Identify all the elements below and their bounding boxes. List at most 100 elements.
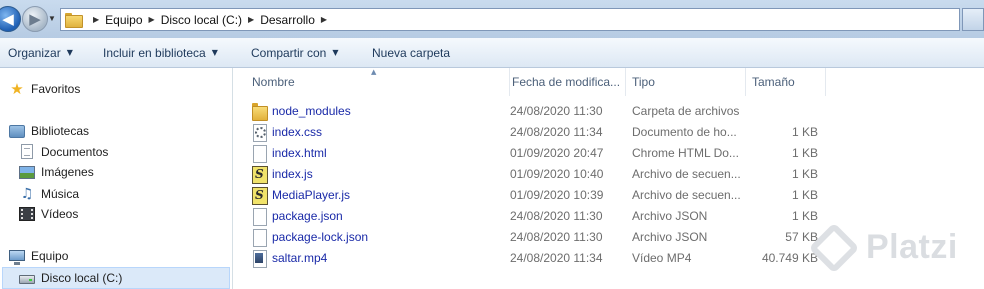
file-type: Vídeo MP4 [632,251,692,265]
back-button[interactable]: ◀ [0,6,21,32]
video-file-icon [251,250,267,268]
nav-videos[interactable]: Vídeos [19,207,78,221]
star-icon: ★ [10,80,24,98]
nav-computer-label: Equipo [31,249,69,263]
file-type: Chrome HTML Do... [632,146,739,160]
breadcrumb-desarrollo[interactable]: Desarrollo [260,13,315,27]
file-name: node_modules [272,104,351,118]
nav-favorites[interactable]: ★ Favoritos [9,81,80,97]
nav-music[interactable]: ♫ Música [19,186,79,202]
css-file-icon [251,124,267,142]
file-size: 1 KB [791,167,818,181]
nav-favorites-label: Favoritos [31,82,81,96]
file-row[interactable]: MediaPlayer.js 01/09/2020 10:39 Archivo … [234,185,984,206]
platzi-watermark: Platzi [808,222,958,273]
file-date: 24/08/2020 11:30 [510,230,603,244]
nav-local-disk[interactable]: Disco local (C:) [2,267,230,289]
forward-arrow-icon: ▶ [29,10,41,28]
chevron-down-icon: ▼ [332,48,339,57]
computer-icon [9,249,25,265]
file-row[interactable]: index.js 01/09/2020 10:40 Archivo de sec… [234,164,984,185]
nav-videos-label: Vídeos [41,207,79,221]
file-size: 40.749 KB [761,251,818,265]
file-size: 1 KB [791,146,818,160]
file-name: index.js [272,167,313,181]
chevron-down-icon: ▼ [66,48,73,57]
file-row[interactable]: node_modules 24/08/2020 11:30 Carpeta de… [234,101,984,122]
file-name: package.json [272,209,343,223]
file-size: 1 KB [791,188,818,202]
column-header-type[interactable]: Tipo [626,68,746,96]
command-bar: Organizar ▼ Incluir en biblioteca ▼ Comp… [0,38,984,68]
nav-libraries[interactable]: Bibliotecas [9,123,89,138]
file-name: saltar.mp4 [272,251,328,265]
file-date: 24/08/2020 11:30 [510,104,603,118]
watermark-text: Platzi [866,228,958,266]
file-name: MediaPlayer.js [272,188,351,202]
file-size: 1 KB [791,125,818,139]
hard-drive-icon [19,275,35,284]
folder-icon [65,13,83,28]
nav-computer[interactable]: Equipo [9,249,69,265]
file-date: 01/09/2020 10:39 [510,188,604,202]
breadcrumb-computer[interactable]: Equipo [105,13,142,27]
file-date: 24/08/2020 11:34 [510,125,603,139]
nav-images-label: Imágenes [41,165,94,179]
music-note-icon: ♫ [20,186,34,202]
chevron-right-icon[interactable]: ▶ [248,15,254,24]
file-size: 1 KB [791,209,818,223]
breadcrumb[interactable]: ▶ Equipo ▶ Disco local (C:) ▶ Desarrollo… [60,8,960,31]
address-bar: ◀ ▶ ▼ ▶ Equipo ▶ Disco local (C:) ▶ Desa… [0,0,984,38]
new-folder-button[interactable]: Nueva carpeta [372,46,450,60]
chevron-down-icon: ▼ [211,48,218,57]
column-header-name-label: Nombre [252,75,295,89]
file-type: Archivo JSON [632,230,708,244]
file-type: Carpeta de archivos [632,104,740,118]
folder-icon [251,103,268,121]
forward-button[interactable]: ▶ [22,6,48,32]
organize-button[interactable]: Organizar ▼ [8,46,73,60]
file-date: 01/09/2020 20:47 [510,146,604,160]
document-icon [21,144,33,159]
chevron-right-icon[interactable]: ▶ [93,15,99,24]
column-header-date[interactable]: Fecha de modifica... [506,68,626,96]
column-header-date-label: Fecha de modifica... [512,75,621,89]
json-file-icon [251,229,267,247]
nav-documents[interactable]: Documentos [19,144,108,159]
nav-local-disk-label: Disco local (C:) [41,271,123,285]
include-library-label: Incluir en biblioteca [103,45,206,60]
refresh-button[interactable] [962,8,984,31]
library-icon [9,125,25,138]
organize-label: Organizar [8,45,61,60]
file-type: Archivo de secuen... [632,167,740,181]
back-arrow-icon: ◀ [2,10,14,28]
recent-pages-dropdown-icon[interactable]: ▼ [48,14,56,23]
nav-music-label: Música [41,187,80,201]
chevron-right-icon[interactable]: ▶ [149,15,155,24]
platzi-logo-icon [808,222,860,273]
navigation-pane: ★ Favoritos Bibliotecas Documentos Imáge… [0,68,233,289]
file-row[interactable]: package.json 24/08/2020 11:30 Archivo JS… [234,206,984,227]
column-header-type-label: Tipo [632,75,655,89]
file-row[interactable]: index.html 01/09/2020 20:47 Chrome HTML … [234,143,984,164]
breadcrumb-local-disk[interactable]: Disco local (C:) [161,13,242,27]
nav-documents-label: Documentos [41,144,109,159]
file-size: 57 KB [785,230,818,244]
column-header-size[interactable]: Tamaño [746,68,826,96]
share-with-button[interactable]: Compartir con ▼ [251,46,339,60]
file-date: 24/08/2020 11:34 [510,251,603,265]
nav-images[interactable]: Imágenes [19,165,94,179]
file-type: Archivo JSON [632,209,708,223]
include-in-library-button[interactable]: Incluir en biblioteca ▼ [103,46,218,60]
column-header-name[interactable]: Nombre [246,68,510,96]
file-name: package-lock.json [272,230,369,244]
file-date: 24/08/2020 11:30 [510,209,603,223]
chevron-right-icon[interactable]: ▶ [321,15,327,24]
share-label: Compartir con [251,45,327,60]
file-name: index.css [272,125,323,139]
film-icon [19,207,35,221]
file-type: Archivo de secuen... [632,188,740,202]
html-file-icon [251,145,267,163]
js-file-icon [251,166,268,184]
file-row[interactable]: index.css 24/08/2020 11:34 Documento de … [234,122,984,143]
